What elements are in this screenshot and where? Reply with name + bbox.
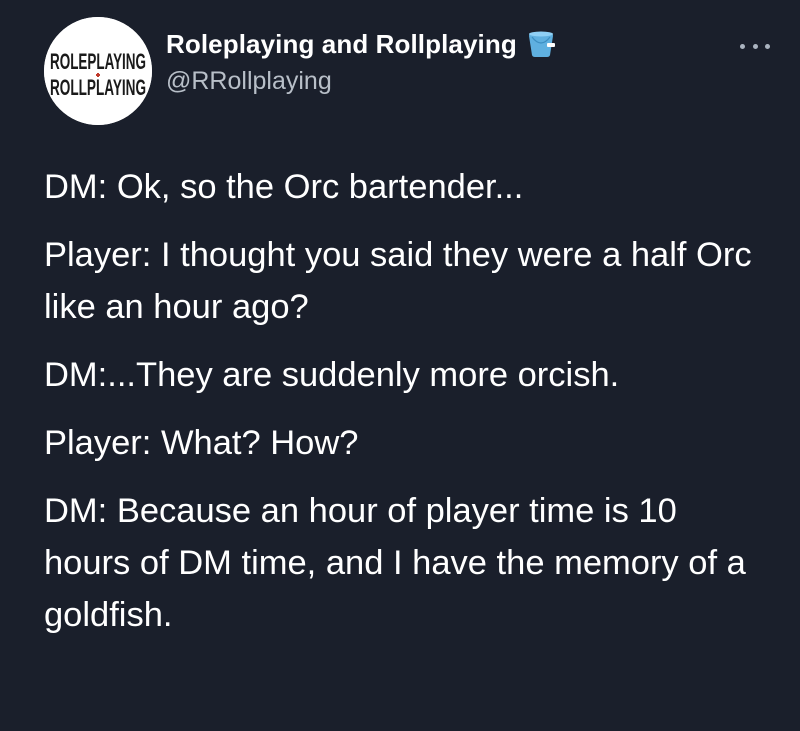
avatar-line1: ROLEPLAYING [50,49,146,74]
more-dot [765,43,770,49]
avatar-logo: ROLEPLAYING ROLLPLAYING [44,17,152,125]
tweet-paragraph: Player: I thought you said they were a h… [44,236,752,326]
display-name[interactable]: Roleplaying and Rollplaying [166,29,517,60]
bucket-icon [525,29,557,59]
tweet-text: DM: Ok, so the Orc bartender... Player: … [44,161,764,657]
more-dot [752,43,758,49]
more-options-icon[interactable] [740,41,770,51]
user-handle[interactable]: @RRollplaying [166,67,332,96]
tweet-paragraph: DM:...They are suddenly more orcish. [44,356,620,394]
name-row: Roleplaying and Rollplaying [166,27,557,61]
avatar-line2: ROLLPLAYING [50,75,146,100]
tweet-paragraph: DM: Ok, so the Orc bartender... [44,168,524,206]
tweet-paragraph: Player: What? How? [44,424,359,462]
tweet-paragraph: DM: Because an hour of player time is 10… [44,492,746,634]
tweet-card: ROLEPLAYING ROLLPLAYING Roleplaying and … [0,0,800,731]
tweet-header: ROLEPLAYING ROLLPLAYING Roleplaying and … [44,17,770,125]
avatar[interactable]: ROLEPLAYING ROLLPLAYING [44,17,152,125]
more-dot [740,43,745,49]
